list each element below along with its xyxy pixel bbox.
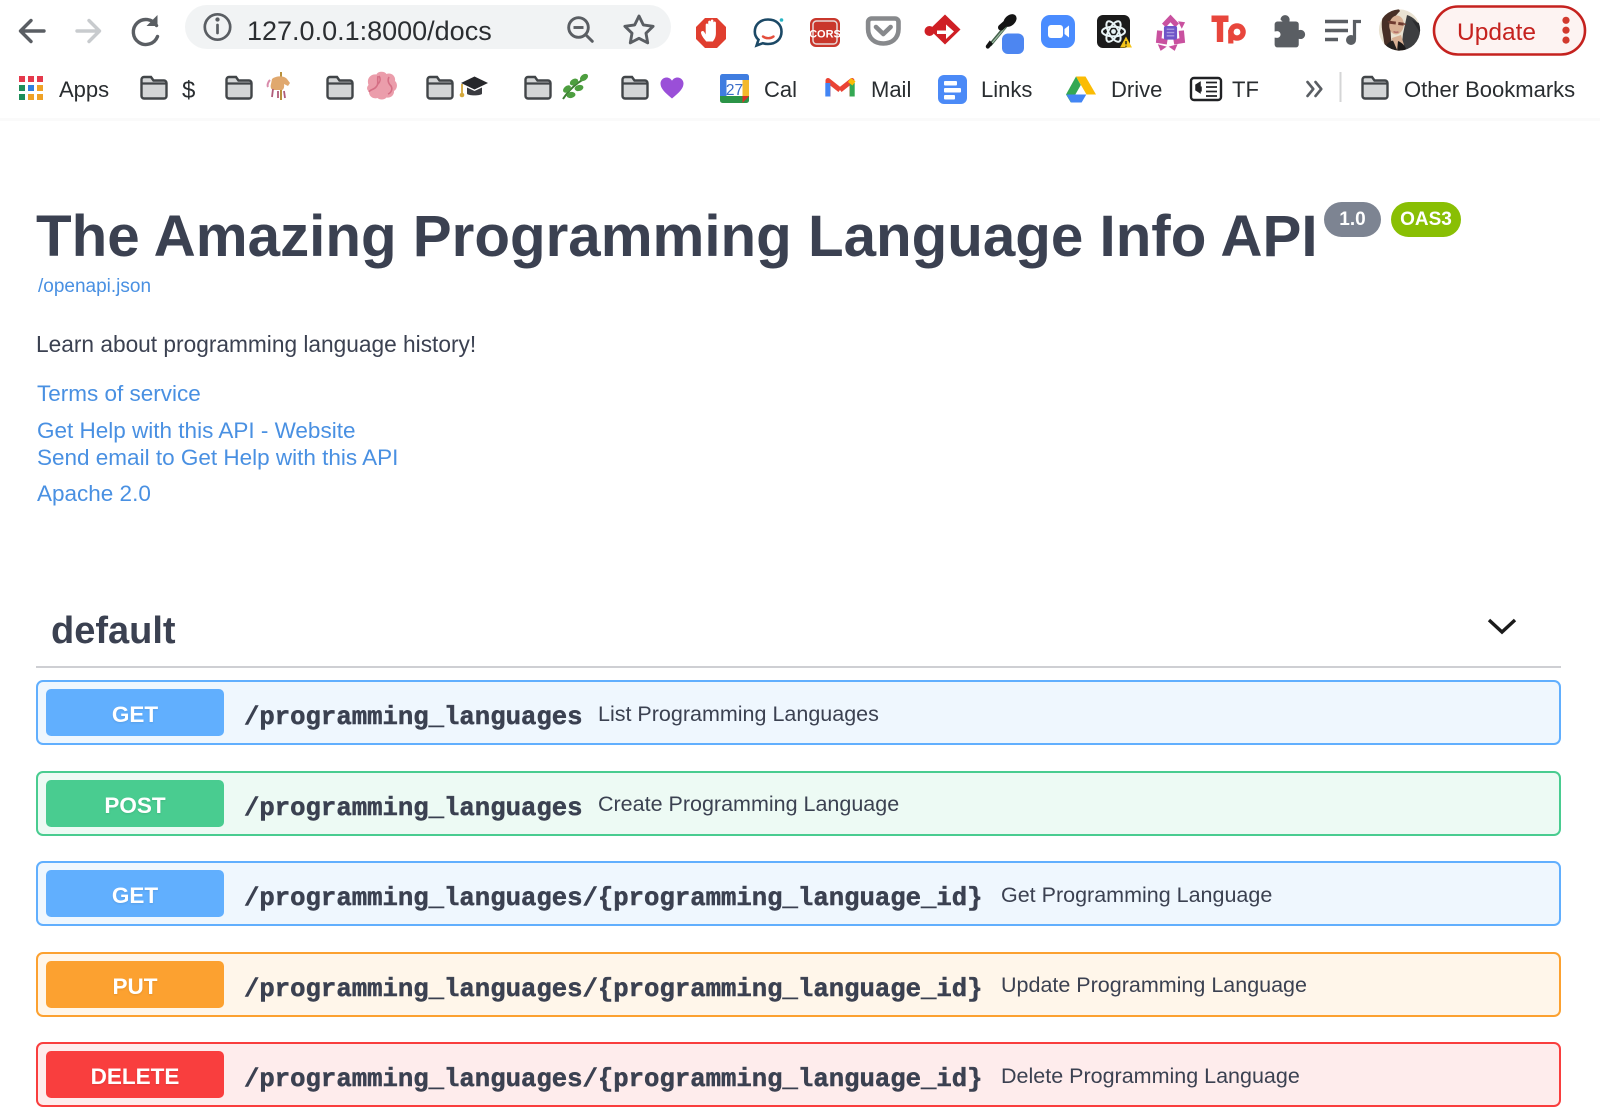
svg-text:27: 27: [726, 82, 743, 99]
svg-text:CORS: CORS: [809, 29, 841, 41]
